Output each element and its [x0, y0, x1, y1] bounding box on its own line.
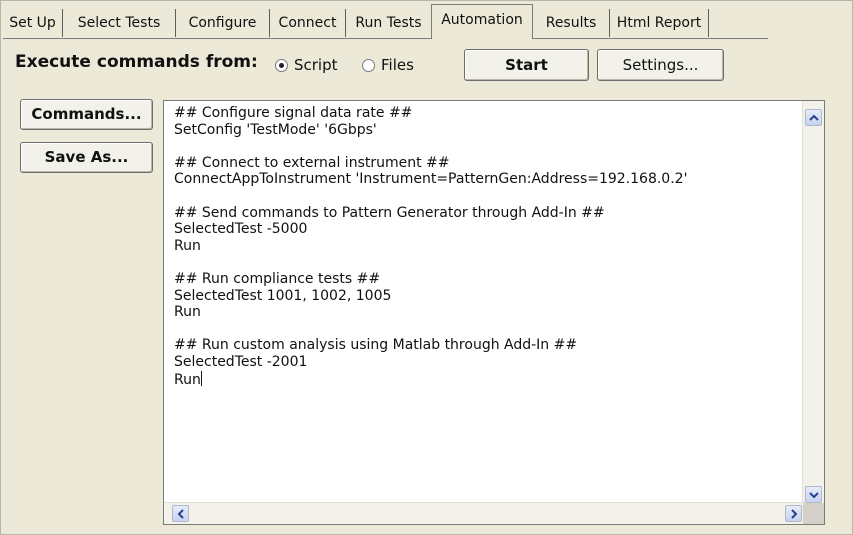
text-cursor [200, 370, 202, 386]
script-line[interactable] [174, 254, 687, 271]
script-editor[interactable]: ## Configure signal data rate ## SetConfi… [163, 100, 825, 525]
tab-run-tests[interactable]: Run Tests [346, 9, 431, 37]
radio-script-indicator[interactable] [275, 58, 288, 72]
chevron-right-icon[interactable] [785, 505, 802, 522]
script-line[interactable]: ## Run compliance tests ## [174, 271, 687, 288]
script-line[interactable]: Run [174, 304, 687, 321]
script-line-text: SetConfig 'TestMode' '6Gbps' [174, 121, 377, 138]
execute-commands-label: Execute commands from: [15, 52, 258, 72]
script-line[interactable] [174, 138, 687, 155]
chevron-down-icon[interactable] [805, 486, 822, 503]
vertical-scrollbar[interactable] [802, 101, 824, 505]
radio-script-label: Script [294, 56, 338, 74]
save-as-button[interactable]: Save As... [20, 142, 153, 173]
horizontal-scrollbar[interactable] [164, 502, 804, 524]
tab-bar: Set Up Select Tests Configure Connect Ru… [1, 1, 853, 39]
tab-set-up[interactable]: Set Up [3, 9, 63, 37]
script-line-text: Run [174, 304, 201, 321]
script-line-text: Run [174, 371, 201, 388]
script-text[interactable]: ## Configure signal data rate ## SetConfi… [174, 105, 687, 388]
tab-configure[interactable]: Configure [176, 9, 270, 37]
script-line[interactable] [174, 321, 687, 338]
script-line[interactable]: ## Connect to external instrument ## [174, 155, 687, 172]
script-line-text: SelectedTest -5000 [174, 221, 308, 238]
tab-connect[interactable]: Connect [270, 9, 346, 37]
automation-window: Set Up Select Tests Configure Connect Ru… [0, 0, 853, 535]
script-line-text: ConnectAppToInstrument 'Instrument=Patte… [174, 171, 688, 188]
script-line[interactable] [174, 188, 687, 205]
commands-button[interactable]: Commands... [20, 99, 153, 130]
tab-automation[interactable]: Automation [431, 4, 533, 39]
radio-files-label: Files [381, 56, 414, 74]
script-line[interactable]: SelectedTest 1001, 1002, 1005 [174, 288, 687, 305]
tab-divider [3, 38, 768, 39]
script-line[interactable]: Run [174, 238, 687, 255]
radio-script[interactable]: Script [275, 56, 338, 74]
script-line[interactable]: ConnectAppToInstrument 'Instrument=Patte… [174, 171, 687, 188]
scrollbar-corner [803, 503, 824, 524]
script-line[interactable]: ## Configure signal data rate ## [174, 105, 687, 122]
tab-results[interactable]: Results [533, 9, 610, 37]
script-line-text: ## Configure signal data rate ## [174, 105, 413, 121]
radio-files-indicator[interactable] [362, 58, 375, 72]
script-line-text: Run [174, 237, 201, 254]
script-line-text: SelectedTest -2001 [174, 353, 308, 370]
script-line[interactable]: SetConfig 'TestMode' '6Gbps' [174, 122, 687, 139]
script-line-text: ## Send commands to Pattern Generator th… [174, 204, 605, 221]
chevron-left-icon[interactable] [172, 505, 189, 522]
chevron-up-icon[interactable] [805, 109, 822, 126]
script-line[interactable]: SelectedTest -2001 [174, 354, 687, 371]
script-line-text: ## Connect to external instrument ## [174, 154, 450, 171]
start-button[interactable]: Start [464, 49, 589, 81]
script-line[interactable]: ## Run custom analysis using Matlab thro… [174, 337, 687, 354]
radio-files[interactable]: Files [362, 56, 414, 74]
script-line[interactable]: SelectedTest -5000 [174, 221, 687, 238]
tab-html-report[interactable]: Html Report [610, 9, 709, 37]
script-line-text: SelectedTest 1001, 1002, 1005 [174, 287, 392, 304]
settings-button[interactable]: Settings... [597, 49, 724, 81]
script-line-text: ## Run compliance tests ## [174, 270, 381, 287]
tab-select-tests[interactable]: Select Tests [63, 9, 176, 37]
script-line-text: ## Run custom analysis using Matlab thro… [174, 337, 578, 354]
script-line[interactable]: ## Send commands to Pattern Generator th… [174, 205, 687, 222]
script-line[interactable]: Run [174, 370, 687, 388]
